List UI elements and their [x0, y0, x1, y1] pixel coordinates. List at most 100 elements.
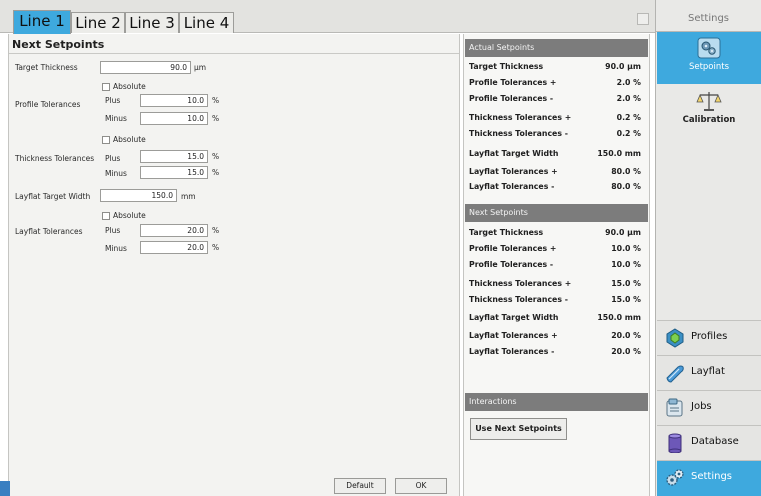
- actual-row-label: Layflat Target Width: [469, 149, 559, 158]
- layflat-width-label: Layflat Target Width: [15, 192, 91, 201]
- actual-row-value: 80.0 %: [611, 167, 641, 176]
- profile-minus-unit: %: [212, 114, 220, 123]
- sidebar-item-settings-label: Settings: [691, 471, 733, 482]
- sidebar-item-layflat-label: Layflat: [691, 366, 725, 377]
- thickness-minus-unit: %: [212, 168, 220, 177]
- sidebar-item-profiles[interactable]: Profiles: [657, 320, 761, 355]
- next-row-value: 20.0 %: [611, 331, 641, 340]
- next-row-value: 20.0 %: [611, 347, 641, 356]
- actual-row-value: 2.0 %: [616, 78, 641, 87]
- layflat-plus-input[interactable]: 20.0: [140, 224, 208, 237]
- next-row-value: 10.0 %: [611, 244, 641, 253]
- target-thickness-input[interactable]: 90.0: [100, 61, 191, 74]
- next-row-label: Thickness Tolerances +: [469, 279, 572, 288]
- next-row-label: Profile Tolerances -: [469, 260, 554, 269]
- tab-line-4[interactable]: Line 4: [179, 12, 234, 33]
- sidebar-item-jobs-label: Jobs: [691, 401, 712, 412]
- sidebar-tile-setpoints[interactable]: Setpoints: [657, 32, 761, 84]
- window-corner-decoration: [0, 481, 10, 496]
- sidebar-item-profiles-label: Profiles: [691, 331, 728, 342]
- actual-row-label: Target Thickness: [469, 62, 544, 71]
- settings-sidebar: Settings Setpoints Calibration Profiles: [655, 0, 761, 496]
- editor-title: Next Setpoints: [12, 38, 105, 51]
- thickness-minus-input[interactable]: 15.0: [140, 166, 208, 179]
- actual-setpoints-header: Actual Setpoints: [465, 39, 648, 57]
- sidebar-item-database[interactable]: Database: [657, 425, 761, 460]
- next-row-value: 15.0 %: [611, 279, 641, 288]
- actual-row-value: 90.0 µm: [605, 62, 641, 71]
- next-row-value: 10.0 %: [611, 260, 641, 269]
- profile-minus-input[interactable]: 10.0: [140, 112, 208, 125]
- scale-icon: [696, 92, 722, 111]
- layflat-plus-label: Plus: [105, 226, 121, 235]
- use-next-setpoints-button[interactable]: Use Next Setpoints: [470, 418, 567, 440]
- default-button[interactable]: Default: [334, 478, 386, 494]
- sidebar-item-jobs[interactable]: Jobs: [657, 390, 761, 425]
- profile-plus-unit: %: [212, 96, 220, 105]
- thickness-absolute-label: Absolute: [113, 135, 146, 144]
- jobs-icon: [666, 398, 683, 417]
- sidebar-tile-calibration[interactable]: Calibration: [657, 88, 761, 140]
- thickness-minus-label: Minus: [105, 169, 127, 178]
- next-row-label: Layflat Target Width: [469, 313, 559, 322]
- actual-row-label: Profile Tolerances +: [469, 78, 557, 87]
- tab-line-1[interactable]: Line 1: [13, 10, 71, 34]
- tab-bar-corner-button[interactable]: [637, 13, 649, 25]
- tab-line-3[interactable]: Line 3: [125, 12, 179, 33]
- profiles-icon: [666, 328, 684, 348]
- thickness-plus-input[interactable]: 15.0: [140, 150, 208, 163]
- actual-row-label: Thickness Tolerances -: [469, 129, 568, 138]
- next-row-value: 90.0 µm: [605, 228, 641, 237]
- settings-gears-icon: [666, 469, 684, 486]
- layflat-tolerances-label: Layflat Tolerances: [15, 227, 83, 236]
- profile-absolute-label: Absolute: [113, 82, 146, 91]
- target-thickness-unit: µm: [194, 63, 207, 72]
- database-icon: [668, 433, 682, 453]
- actual-row-value: 0.2 %: [616, 113, 641, 122]
- next-setpoints-header: Next Setpoints: [465, 204, 648, 222]
- actual-row-value: 80.0 %: [611, 182, 641, 191]
- next-row-value: 150.0 mm: [597, 313, 641, 322]
- tab-line-2[interactable]: Line 2: [71, 12, 125, 33]
- actual-row-value: 2.0 %: [616, 94, 641, 103]
- next-setpoints-editor: Next Setpoints Target Thickness 90.0 µm …: [8, 34, 460, 496]
- next-row-value: 15.0 %: [611, 295, 641, 304]
- next-row-label: Layflat Tolerances +: [469, 331, 558, 340]
- actual-row-label: Profile Tolerances -: [469, 94, 554, 103]
- next-row-label: Target Thickness: [469, 228, 544, 237]
- profile-minus-label: Minus: [105, 114, 127, 123]
- ok-button[interactable]: OK: [395, 478, 447, 494]
- next-row-label: Thickness Tolerances -: [469, 295, 568, 304]
- actual-row-label: Thickness Tolerances +: [469, 113, 572, 122]
- next-row-label: Profile Tolerances +: [469, 244, 557, 253]
- profile-plus-input[interactable]: 10.0: [140, 94, 208, 107]
- actual-row-value: 0.2 %: [616, 129, 641, 138]
- layflat-absolute-label: Absolute: [113, 211, 146, 220]
- line-tab-bar: Line 1 Line 2 Line 3 Line 4: [0, 0, 655, 34]
- thickness-plus-label: Plus: [105, 154, 121, 163]
- layflat-minus-unit: %: [212, 243, 220, 252]
- actual-row-value: 150.0 mm: [597, 149, 641, 158]
- layflat-absolute-checkbox[interactable]: [102, 212, 110, 220]
- layflat-minus-label: Minus: [105, 244, 127, 253]
- actual-row-label: Layflat Tolerances -: [469, 182, 555, 191]
- actual-row-label: Layflat Tolerances +: [469, 167, 558, 176]
- profile-tolerances-label: Profile Tolerances: [15, 100, 81, 109]
- interactions-header: Interactions: [465, 393, 648, 411]
- setpoints-icon: [697, 37, 721, 59]
- sidebar-title: Settings: [687, 13, 729, 24]
- thickness-plus-unit: %: [212, 152, 220, 161]
- setpoints-overview-panel: Actual Setpoints Target Thickness 90.0 µ…: [463, 34, 650, 496]
- sidebar-item-database-label: Database: [691, 436, 739, 447]
- sidebar-item-settings[interactable]: Settings: [657, 460, 761, 496]
- thickness-absolute-checkbox[interactable]: [102, 136, 110, 144]
- profile-absolute-checkbox[interactable]: [102, 83, 110, 91]
- divider: [9, 53, 459, 54]
- thickness-tolerances-label: Thickness Tolerances: [15, 154, 95, 163]
- layflat-minus-input[interactable]: 20.0: [140, 241, 208, 254]
- layflat-width-input[interactable]: 150.0: [100, 189, 177, 202]
- next-row-label: Layflat Tolerances -: [469, 347, 555, 356]
- sidebar-item-layflat[interactable]: Layflat: [657, 355, 761, 390]
- layflat-icon: [666, 365, 684, 383]
- sidebar-tile-setpoints-label: Setpoints: [688, 62, 730, 72]
